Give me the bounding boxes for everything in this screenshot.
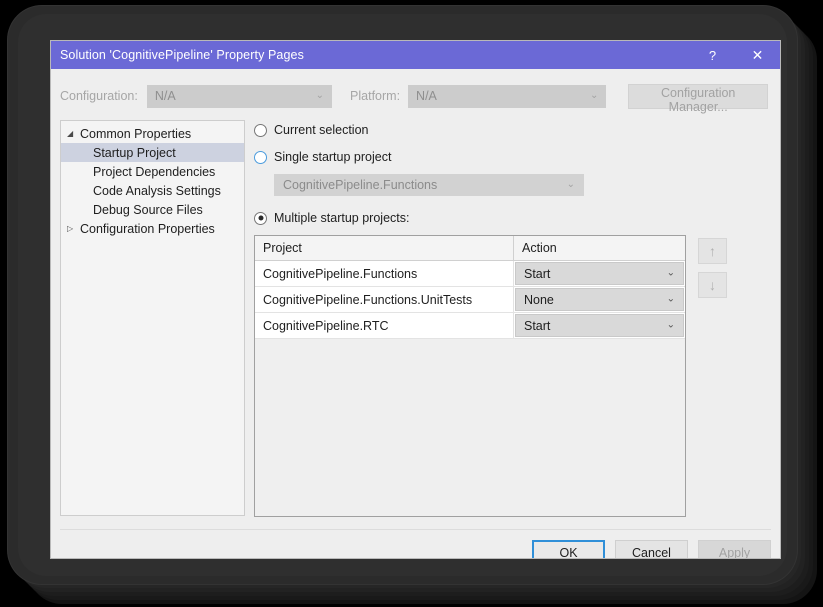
action-value: Start: [524, 318, 551, 333]
grid-header-row: Project Action: [255, 236, 685, 261]
arrow-down-icon: ↓: [709, 277, 716, 293]
configuration-bar: Configuration: N/A ⌄ Platform: N/A ⌄ Con…: [51, 69, 780, 114]
help-icon[interactable]: ?: [690, 41, 735, 69]
single-startup-project-dropdown[interactable]: CognitivePipeline.Functions ⌄: [274, 174, 584, 196]
tree-item-label: Code Analysis Settings: [93, 183, 221, 198]
tree-item-label: Startup Project: [93, 145, 176, 160]
table-row[interactable]: CognitivePipeline.RTC Start ⌄: [255, 313, 685, 339]
action-value: Start: [524, 266, 551, 281]
screen-background: Solution 'CognitivePipeline' Property Pa…: [0, 0, 823, 607]
configuration-label: Configuration:: [60, 89, 138, 103]
cell-project-name: CognitivePipeline.RTC: [255, 313, 514, 338]
radio-label: Multiple startup projects:: [274, 211, 410, 225]
expanded-triangle-icon: ◢: [67, 129, 74, 138]
configuration-dropdown[interactable]: N/A ⌄: [146, 84, 333, 108]
action-value: None: [524, 292, 554, 307]
startup-projects-grid[interactable]: Project Action CognitivePipeline.Functio…: [254, 235, 686, 517]
cell-action-dropdown[interactable]: Start ⌄: [515, 314, 684, 337]
chevron-down-icon: ⌄: [666, 319, 675, 331]
collapsed-triangle-icon: ▷: [67, 224, 74, 233]
cell-action-dropdown[interactable]: Start ⌄: [515, 262, 684, 285]
dialog-body: ◢ Common Properties Startup Project Proj…: [51, 109, 780, 517]
arrow-up-icon: ↑: [709, 243, 716, 259]
close-icon[interactable]: ✕: [735, 41, 780, 69]
window-bezel: Solution 'CognitivePipeline' Property Pa…: [8, 6, 797, 584]
dialog-footer: OK Cancel Apply: [51, 530, 780, 558]
radio-label: Current selection: [274, 123, 369, 137]
tree-item-project-dependencies[interactable]: Project Dependencies: [61, 162, 244, 181]
chevron-down-icon: ⌄: [315, 89, 325, 101]
properties-tree[interactable]: ◢ Common Properties Startup Project Proj…: [60, 120, 245, 516]
startup-projects-grid-area: Project Action CognitivePipeline.Functio…: [254, 235, 771, 517]
tree-item-common-properties[interactable]: ◢ Common Properties: [61, 124, 244, 143]
tree-item-debug-source-files[interactable]: Debug Source Files: [61, 200, 244, 219]
column-header-project: Project: [255, 236, 514, 260]
column-header-action: Action: [522, 241, 557, 255]
platform-dropdown[interactable]: N/A ⌄: [408, 84, 607, 108]
radio-multiple-startup-projects[interactable]: Multiple startup projects:: [254, 208, 771, 228]
window-bezel-inner: Solution 'CognitivePipeline' Property Pa…: [18, 14, 787, 576]
chevron-down-icon: ⌄: [666, 267, 675, 279]
property-pages-dialog: Solution 'CognitivePipeline' Property Pa…: [50, 40, 781, 559]
radio-button-icon: [254, 150, 267, 164]
radio-button-icon: [254, 211, 267, 225]
startup-project-options: Current selection Single startup project…: [245, 120, 771, 517]
platform-label: Platform:: [350, 89, 401, 103]
tree-item-startup-project[interactable]: Startup Project: [61, 143, 244, 162]
cell-action-dropdown[interactable]: None ⌄: [515, 288, 684, 311]
chevron-down-icon: ⌄: [566, 178, 575, 190]
titlebar-buttons: ? ✕: [690, 41, 780, 69]
chevron-down-icon: ⌄: [589, 89, 599, 101]
cancel-button[interactable]: Cancel: [615, 540, 688, 558]
table-row[interactable]: CognitivePipeline.Functions.UnitTests No…: [255, 287, 685, 313]
single-startup-project-value: CognitivePipeline.Functions: [283, 178, 438, 192]
tree-item-label: Project Dependencies: [93, 164, 216, 179]
apply-button[interactable]: Apply: [698, 540, 771, 558]
cell-project-name: CognitivePipeline.Functions.UnitTests: [255, 287, 514, 312]
tree-item-configuration-properties[interactable]: ▷ Configuration Properties: [61, 219, 244, 238]
table-row[interactable]: CognitivePipeline.Functions Start ⌄: [255, 261, 685, 287]
tree-item-label: Debug Source Files: [93, 202, 203, 217]
move-up-button[interactable]: ↑: [698, 238, 727, 264]
configuration-manager-button[interactable]: Configuration Manager...: [628, 83, 769, 114]
chevron-down-icon: ⌄: [666, 293, 675, 305]
ok-button[interactable]: OK: [532, 540, 605, 558]
tree-item-label: Configuration Properties: [80, 221, 215, 236]
radio-single-startup-project[interactable]: Single startup project: [254, 147, 771, 167]
tree-item-label: Common Properties: [80, 126, 192, 141]
dialog-titlebar: Solution 'CognitivePipeline' Property Pa…: [51, 41, 780, 69]
radio-current-selection[interactable]: Current selection: [254, 120, 771, 140]
cell-project-name: CognitivePipeline.Functions: [255, 261, 514, 286]
tree-item-code-analysis-settings[interactable]: Code Analysis Settings: [61, 181, 244, 200]
move-down-button[interactable]: ↓: [698, 272, 727, 298]
radio-label: Single startup project: [274, 150, 392, 164]
platform-value: N/A: [416, 89, 437, 103]
configuration-value: N/A: [154, 89, 176, 103]
radio-button-icon: [254, 123, 267, 137]
dialog-title: Solution 'CognitivePipeline' Property Pa…: [60, 48, 304, 62]
reorder-buttons: ↑ ↓: [698, 235, 727, 517]
